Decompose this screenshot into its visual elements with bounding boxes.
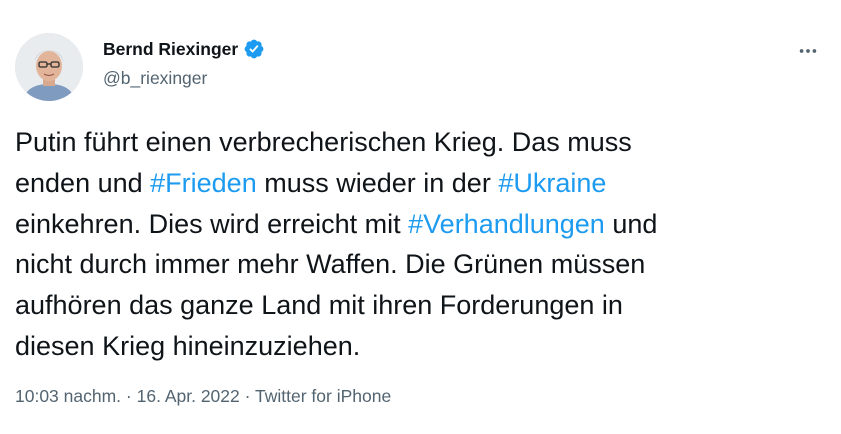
tweet-text-segment: muss wieder in der [256,167,499,198]
tweet-source[interactable]: Twitter for iPhone [255,386,391,406]
more-options-icon [799,49,817,53]
author-name-row: Bernd Riexinger [103,38,265,60]
tweet-text-segment: und [604,208,658,239]
author-display-name[interactable]: Bernd Riexinger [103,39,238,60]
more-options-button[interactable] [793,36,823,66]
author-handle[interactable]: @b_riexinger [103,68,207,89]
tweet-text-line: diesen Krieg hineinzuziehen. [15,330,361,361]
hashtag-link-ukraine[interactable]: #Ukraine [498,168,606,198]
tweet-text-line: Putin führt einen verbrecherischen Krieg… [15,127,632,157]
tweet-text-line: nicht durch immer mehr Waffen. Die Grüne… [15,249,646,280]
verified-badge-icon [243,38,265,60]
tweet-meta: 10:03 nachm. · 16. Apr. 2022 · Twitter f… [15,386,391,407]
avatar-image [15,33,83,101]
tweet-text-segment: enden und [15,167,151,198]
author-avatar[interactable] [15,33,83,101]
hashtag-link-verhandlungen[interactable]: #Verhandlungen [408,209,605,239]
tweet-text-segment: einkehren. Dies wird erreicht mit [15,208,409,239]
tweet-date[interactable]: 16. Apr. 2022 [137,386,240,406]
tweet-text: Putin führt einen verbrecherischen Krieg… [15,122,815,367]
tweet: Bernd Riexinger @b_riexinger Putin führt… [0,0,841,434]
hashtag-link-frieden[interactable]: #Frieden [150,168,257,198]
tweet-text-line: aufhören das ganze Land mit ihren Forder… [15,290,623,321]
meta-separator: · [239,386,256,406]
meta-separator: · [121,386,137,406]
tweet-time[interactable]: 10:03 nachm. [15,386,121,406]
